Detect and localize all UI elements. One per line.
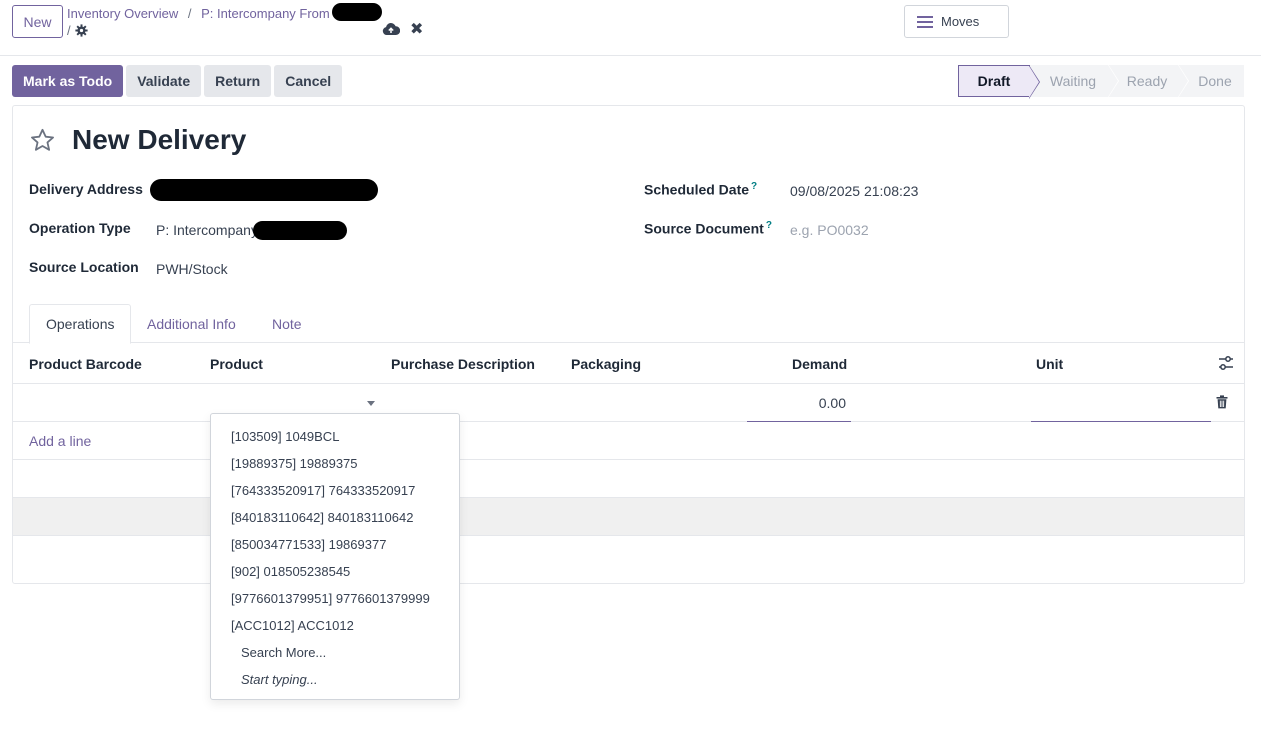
dropdown-option[interactable]: [840183110642] 840183110642: [211, 504, 459, 531]
gear-icon[interactable]: [75, 24, 88, 37]
tab-additional-info[interactable]: Additional Info: [131, 304, 252, 343]
status-bar: Draft Waiting Ready Done: [958, 64, 1244, 99]
status-stage-label: Draft: [977, 73, 1011, 89]
dropdown-option[interactable]: [902] 018505238545: [211, 558, 459, 585]
new-button[interactable]: New: [12, 5, 63, 38]
table-row: 0.00: [13, 384, 1244, 422]
column-settings-icon[interactable]: [1218, 355, 1234, 371]
scheduled-date-label-text: Scheduled Date: [644, 181, 750, 198]
demand-input[interactable]: 0.00: [747, 384, 851, 422]
redacted-block: [253, 221, 347, 240]
source-document-input[interactable]: e.g. PO0032: [790, 222, 869, 238]
validate-button[interactable]: Validate: [126, 65, 202, 97]
source-document-label-text: Source Document: [644, 220, 764, 237]
cloud-upload-icon[interactable]: [382, 22, 400, 36]
form-sheet: New Delivery Delivery Address Operation …: [12, 105, 1245, 584]
operation-type-label: Operation Type: [29, 220, 131, 236]
redacted-block: [332, 3, 382, 21]
help-tooltip[interactable]: ?: [766, 220, 772, 231]
column-packaging[interactable]: Packaging: [571, 356, 641, 372]
product-autocomplete-dropdown: [103509] 1049BCL [19889375] 19889375 [76…: [210, 413, 460, 700]
breadcrumb: Inventory Overview / P: Intercompany Fro…: [67, 6, 330, 21]
breadcrumb-picking-type[interactable]: P: Intercompany From: [201, 6, 330, 21]
title-row: New Delivery: [29, 124, 246, 156]
dropdown-option[interactable]: [19889375] 19889375: [211, 450, 459, 477]
column-unit[interactable]: Unit: [1036, 356, 1063, 372]
scheduled-date-value[interactable]: 09/08/2025 21:08:23: [790, 183, 918, 199]
delivery-address-label: Delivery Address: [29, 181, 143, 197]
moves-label: Moves: [941, 14, 980, 29]
menu-icon: [917, 15, 933, 28]
column-purchase-description[interactable]: Purchase Description: [391, 356, 535, 372]
breadcrumb-separator: /: [187, 6, 192, 21]
status-stage-draft[interactable]: Draft: [958, 65, 1040, 99]
dropdown-option[interactable]: [850034771533] 19869377: [211, 531, 459, 558]
notebook-tabs: Operations Additional Info Note: [13, 304, 1244, 344]
scheduled-date-label: Scheduled Date?: [644, 181, 757, 198]
return-button[interactable]: Return: [204, 65, 272, 97]
dropdown-option[interactable]: [ACC1012] ACC1012: [211, 612, 459, 639]
help-tooltip[interactable]: ?: [751, 181, 757, 192]
redacted-block[interactable]: [150, 179, 378, 201]
dropdown-option[interactable]: [9776601379951] 9776601379999: [211, 585, 459, 612]
breadcrumb-current: /: [67, 23, 88, 38]
column-demand[interactable]: Demand: [792, 356, 847, 372]
search-more-option[interactable]: Search More...: [211, 639, 459, 666]
source-location-label: Source Location: [29, 259, 139, 275]
source-document-label: Source Document?: [644, 220, 772, 237]
operation-type-value[interactable]: P: Intercompany: [156, 222, 258, 238]
status-stage-waiting[interactable]: Waiting: [1030, 64, 1119, 98]
cancel-button[interactable]: Cancel: [274, 65, 343, 97]
tab-note[interactable]: Note: [256, 304, 318, 343]
start-typing-hint: Start typing...: [241, 672, 318, 687]
star-icon[interactable]: [29, 127, 56, 154]
tab-operations[interactable]: Operations: [29, 304, 132, 344]
trash-icon[interactable]: [1216, 395, 1228, 409]
record-title: New Delivery: [72, 124, 247, 155]
table-row: Add a line: [13, 422, 1244, 460]
unit-input[interactable]: [1031, 384, 1211, 422]
discard-icon[interactable]: ✖: [410, 22, 424, 38]
add-line-link[interactable]: Add a line: [29, 433, 91, 449]
column-product[interactable]: Product: [210, 356, 263, 372]
source-location-value[interactable]: PWH/Stock: [156, 261, 228, 277]
breadcrumb-inventory-overview[interactable]: Inventory Overview: [67, 6, 178, 21]
column-product-barcode[interactable]: Product Barcode: [29, 356, 142, 372]
dropdown-option[interactable]: [764333520917] 764333520917: [211, 477, 459, 504]
table-header: Product Barcode Product Purchase Descrip…: [13, 343, 1244, 384]
status-stage-label: Waiting: [1049, 73, 1097, 89]
table-row: [13, 460, 1244, 498]
breadcrumb-sub-separator: /: [67, 23, 71, 38]
control-panel: New Inventory Overview / P: Intercompany…: [0, 0, 1261, 56]
table-row: [13, 536, 1244, 583]
dropdown-option[interactable]: [103509] 1049BCL: [211, 423, 459, 450]
mark-as-todo-button[interactable]: Mark as Todo: [12, 65, 124, 97]
action-buttons: Mark as Todo Validate Return Cancel: [12, 65, 343, 97]
chevron-down-icon[interactable]: [367, 401, 375, 406]
status-stage-label: Done: [1198, 73, 1232, 89]
status-stage-label: Ready: [1126, 73, 1168, 89]
moves-button[interactable]: Moves: [904, 5, 1009, 38]
table-row: [13, 498, 1244, 536]
